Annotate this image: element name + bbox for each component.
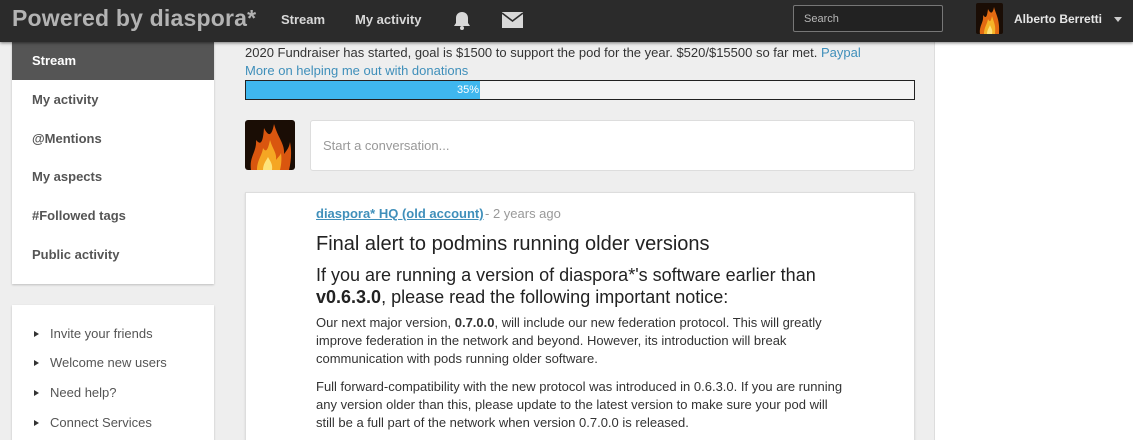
search-input[interactable] <box>793 5 943 32</box>
info-item-connect-services[interactable]: Connect Services <box>34 415 152 430</box>
user-avatar[interactable] <box>976 3 1003 34</box>
bullet-triangle-icon <box>34 360 39 366</box>
progress-label: 35% <box>457 84 480 96</box>
user-menu-caret-icon[interactable] <box>1114 17 1122 22</box>
sidebar-item-followed-tags[interactable]: #Followed tags <box>12 197 214 235</box>
sidebar-item-public-activity[interactable]: Public activity <box>12 236 214 274</box>
notifications-bell-icon[interactable] <box>451 9 473 31</box>
sidebar-item-stream[interactable]: Stream <box>12 42 214 80</box>
post-author-link[interactable]: diaspora* HQ (old account) <box>316 206 484 221</box>
post-paragraph-2: Full forward-compatibility with the new … <box>316 379 843 430</box>
bullet-triangle-icon <box>34 420 39 426</box>
progress-fill <box>246 81 480 99</box>
nav-my-activity[interactable]: My activity <box>355 12 421 27</box>
sidebar-item-mentions[interactable]: @Mentions <box>12 120 214 158</box>
user-menu-name[interactable]: Alberto Berretti <box>1014 12 1102 26</box>
publisher-input[interactable] <box>310 120 915 171</box>
fundraiser-progress-bar: 35% <box>245 80 915 100</box>
donation-info-link[interactable]: More on helping me out with donations <box>245 63 468 78</box>
paypal-link[interactable]: Paypal <box>821 45 861 60</box>
top-bar: Powered by diaspora* Stream My activity … <box>0 0 1133 42</box>
bullet-triangle-icon <box>34 390 39 396</box>
bullet-triangle-icon <box>34 331 39 337</box>
post-paragraph-1: Our next major version, 0.7.0.0, will in… <box>316 315 822 366</box>
sidebar-item-my-aspects[interactable]: My aspects <box>12 158 214 196</box>
publisher-avatar <box>245 120 295 170</box>
info-links-box: Invite your friends Welcome new users Ne… <box>12 305 214 440</box>
info-item-help[interactable]: Need help? <box>34 385 117 400</box>
post-subtitle: If you are running a version of diaspora… <box>316 265 816 307</box>
info-item-invite[interactable]: Invite your friends <box>34 326 153 341</box>
stream-post: diaspora* HQ (old account) - 2 years ago… <box>245 192 915 440</box>
brand-logo[interactable]: Powered by diaspora* <box>12 5 256 32</box>
nav-stream[interactable]: Stream <box>281 12 325 27</box>
post-timestamp[interactable]: - 2 years ago <box>485 206 561 221</box>
stream-nav-sidebar: Stream My activity @Mentions My aspects … <box>12 42 214 284</box>
fundraiser-notice: 2020 Fundraiser has started, goal is $15… <box>245 45 861 60</box>
sidebar-item-my-activity[interactable]: My activity <box>12 81 214 119</box>
info-item-welcome[interactable]: Welcome new users <box>34 355 167 370</box>
messages-envelope-icon[interactable] <box>502 12 523 28</box>
right-sidebar <box>934 42 1133 440</box>
post-title: Final alert to podmins running older ver… <box>316 233 710 255</box>
